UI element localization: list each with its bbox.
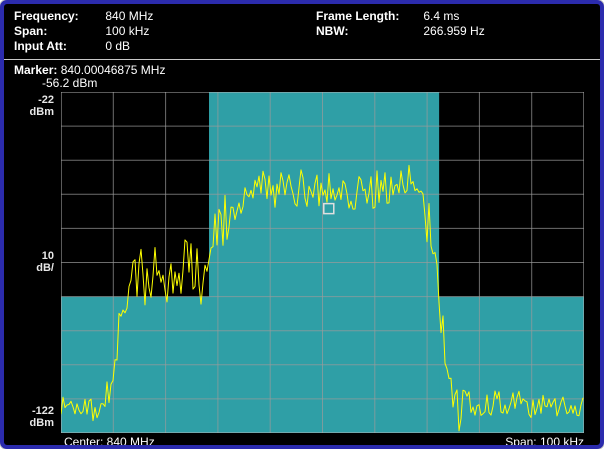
spectrum-plot-area <box>61 92 584 433</box>
nbw-value: 266.959 Hz <box>423 24 484 38</box>
input-att-value: 0 dB <box>105 39 130 53</box>
header-left: Frequency: 840 MHz Span: 100 kHz Input A… <box>14 9 153 54</box>
nbw-label: NBW: <box>316 24 420 39</box>
span-annotation: Span: 100 kHz <box>505 435 584 449</box>
frequency-label: Frequency: <box>14 9 102 24</box>
header-right: Frame Length: 6.4 ms NBW: 266.959 Hz <box>316 9 485 39</box>
input-att-label: Input Att: <box>14 39 102 54</box>
spectrum-analyzer-screen: Frequency: 840 MHz Span: 100 kHz Input A… <box>0 0 604 449</box>
marker-readout: Marker: 840.00046875 MHz <box>14 63 165 77</box>
span-label: Span: <box>14 24 102 39</box>
y-axis-ref-level-label: -22 dBm <box>14 94 54 118</box>
y-axis-bottom-level-label: -122 dBm <box>14 405 54 429</box>
center-frequency-annotation: Center: 840 MHz <box>64 435 155 449</box>
marker-frequency-value: 840.00046875 MHz <box>61 63 166 77</box>
input-att-row: Input Att: 0 dB <box>14 39 153 54</box>
nbw-row: NBW: 266.959 Hz <box>316 24 485 39</box>
frame-length-row: Frame Length: 6.4 ms <box>316 9 485 24</box>
marker-label: Marker: <box>14 63 57 77</box>
frequency-row: Frequency: 840 MHz <box>14 9 153 24</box>
frame-length-value: 6.4 ms <box>423 9 459 23</box>
span-value: 100 kHz <box>105 24 149 38</box>
span-row: Span: 100 kHz <box>14 24 153 39</box>
frequency-value: 840 MHz <box>105 9 153 23</box>
header-separator <box>4 59 600 60</box>
marker-level-value: -56.2 dBm <box>42 76 97 90</box>
y-axis-scale-label: 10 dB/ <box>14 250 54 274</box>
frame-length-label: Frame Length: <box>316 9 420 24</box>
